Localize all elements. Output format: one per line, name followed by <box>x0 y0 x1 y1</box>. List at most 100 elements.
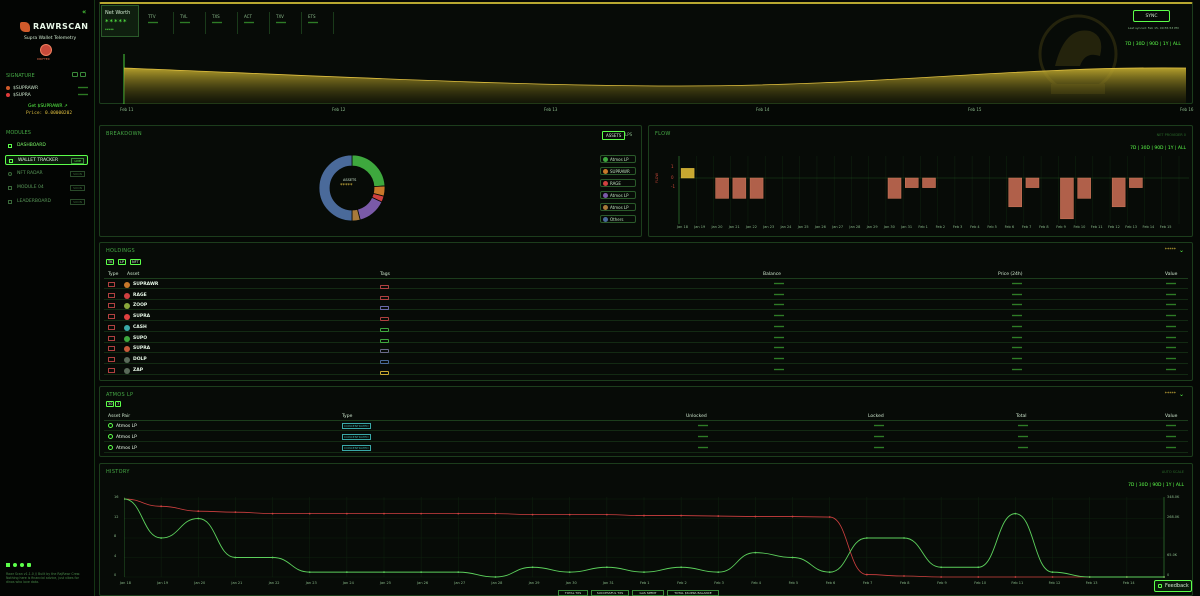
table-row[interactable]: ZAP ***** ***** ***** <box>104 365 1188 375</box>
col-type[interactable]: Type <box>108 272 118 277</box>
x-icon[interactable] <box>6 563 10 567</box>
txs-point[interactable] <box>754 551 757 554</box>
flow-bar[interactable] <box>749 177 764 199</box>
collapse-icon[interactable]: « <box>82 8 86 16</box>
txs-point[interactable] <box>1051 571 1054 574</box>
balance-point[interactable] <box>197 510 200 513</box>
txs-point[interactable] <box>605 566 608 569</box>
flow-bar[interactable] <box>1008 177 1022 208</box>
table-row[interactable]: SUPRA ***** ***** ***** <box>104 343 1188 354</box>
balance-point[interactable] <box>791 515 794 518</box>
breakdown-legend-item[interactable]: SUPRAWR <box>600 167 636 175</box>
history-legend-item[interactable]: SUCCESSFUL TXS <box>591 590 629 596</box>
balance-point[interactable] <box>494 512 497 515</box>
txs-point[interactable] <box>717 571 720 574</box>
copy-icon[interactable] <box>72 72 78 77</box>
get-suprawr-link[interactable]: Get $SUPRAWR ↗ <box>28 104 68 109</box>
table-row[interactable]: CASH ***** ***** ***** <box>104 322 1188 332</box>
txs-point[interactable] <box>308 571 311 574</box>
history-legend-item[interactable]: GAS SPENT <box>632 590 664 596</box>
flow-bar[interactable] <box>1025 177 1040 188</box>
flow-bar[interactable] <box>905 177 919 188</box>
balance-point[interactable] <box>865 573 868 576</box>
txs-point[interactable] <box>531 566 534 569</box>
balance-point[interactable] <box>420 512 423 515</box>
col-locked[interactable]: Locked <box>868 414 884 419</box>
table-row[interactable]: DOLP ***** ***** ***** <box>104 354 1188 364</box>
github-icon[interactable] <box>20 563 24 567</box>
balance-point[interactable] <box>531 513 534 516</box>
col-balance[interactable]: Balance <box>763 272 781 277</box>
chevron-down-icon[interactable]: ⌄ <box>1179 247 1184 254</box>
txs-point[interactable] <box>1163 576 1165 578</box>
txs-point[interactable] <box>124 498 125 500</box>
col-value[interactable]: Value <box>1165 414 1177 419</box>
sync-button[interactable]: SYNC <box>1133 10 1170 22</box>
table-row[interactable]: SUPRA ***** ***** ***** <box>104 311 1188 322</box>
discord-icon[interactable] <box>27 563 31 567</box>
nav-module-04[interactable]: MODULE 04 SOON <box>5 183 88 193</box>
atmos-filter-chip[interactable]: 30 <box>106 401 115 407</box>
nav-leaderboard[interactable]: LEADERBOARD SOON <box>5 197 88 207</box>
flow-bar[interactable] <box>1129 177 1143 188</box>
col-unlocked[interactable]: Unlocked <box>686 414 707 419</box>
history-top-right[interactable]: AUTO SCALE <box>1162 470 1184 474</box>
breakdown-legend-item[interactable]: Others <box>600 215 636 223</box>
history-timeframes[interactable]: 7D | 30D | 90D | 1Y | ALL <box>1128 483 1184 488</box>
nav-nft-radar[interactable]: NFT RADAR SOON <box>5 169 88 179</box>
col-total[interactable]: Total <box>1016 414 1027 419</box>
balance-point[interactable] <box>828 516 831 518</box>
chevron-down-icon[interactable]: ⌄ <box>1179 391 1184 398</box>
balance-point[interactable] <box>160 505 163 508</box>
flow-bar[interactable] <box>887 177 902 199</box>
table-row[interactable]: RAGE ***** ***** ***** <box>104 290 1188 300</box>
history-legend-item[interactable]: TOTAL TXS <box>558 590 588 596</box>
holdings-filter-chip[interactable]: LP <box>118 259 127 265</box>
flow-bar[interactable] <box>715 177 729 199</box>
donut-slice[interactable] <box>351 154 386 188</box>
link-icon[interactable] <box>80 72 86 77</box>
txs-point[interactable] <box>197 517 200 520</box>
feedback-button[interactable]: Feedback <box>1154 580 1192 592</box>
networth-timeframes[interactable]: 7D | 30D | 90D | 1Y | ALL <box>1125 42 1181 47</box>
txs-point[interactable] <box>977 566 980 569</box>
balance-point[interactable] <box>568 513 571 516</box>
txs-point[interactable] <box>865 537 868 539</box>
balance-point[interactable] <box>717 515 720 517</box>
table-row[interactable]: Atmos LP CONCENTRATED ***** ***** ***** ***** <box>104 432 1188 442</box>
balance-point[interactable] <box>977 576 980 578</box>
donut-slice[interactable] <box>356 196 383 221</box>
holdings-filter-chip[interactable]: NFT <box>130 259 141 265</box>
balance-point[interactable] <box>234 511 237 514</box>
txs-point[interactable] <box>383 571 385 574</box>
txs-point[interactable] <box>160 537 163 539</box>
txs-point[interactable] <box>1125 576 1128 578</box>
flow-bar[interactable] <box>732 177 747 199</box>
table-row[interactable]: SUPRAWR ***** ***** ***** <box>104 279 1188 289</box>
col-asset[interactable]: Asset <box>127 272 139 277</box>
txs-point[interactable] <box>457 571 460 574</box>
col-price[interactable]: Price (24h) <box>998 272 1023 277</box>
balance-point[interactable] <box>903 575 905 577</box>
flow-bar[interactable] <box>680 168 695 179</box>
txs-point[interactable] <box>791 556 794 559</box>
breakdown-legend-item[interactable]: Atmos LP <box>600 191 636 199</box>
balance-point[interactable] <box>1051 576 1054 578</box>
history-legend-item[interactable]: TOTAL $SUPRA BALANCE <box>667 590 719 596</box>
col-asset-pair[interactable]: Asset Pair <box>108 414 130 419</box>
txs-point[interactable] <box>828 571 831 574</box>
balance-point[interactable] <box>345 512 348 515</box>
balance-point[interactable] <box>308 512 311 515</box>
txs-point[interactable] <box>234 556 237 559</box>
telegram-icon[interactable] <box>13 563 17 567</box>
balance-point[interactable] <box>643 514 645 517</box>
balance-point[interactable] <box>271 512 274 515</box>
txs-point[interactable] <box>643 571 645 574</box>
balance-point[interactable] <box>940 576 943 578</box>
balance-point[interactable] <box>754 515 757 518</box>
txs-point[interactable] <box>568 571 571 574</box>
balance-point[interactable] <box>605 513 608 516</box>
balance-point[interactable] <box>680 514 683 517</box>
breakdown-legend-item[interactable]: Atmos LP <box>600 155 636 163</box>
flow-bar[interactable] <box>1111 177 1126 208</box>
